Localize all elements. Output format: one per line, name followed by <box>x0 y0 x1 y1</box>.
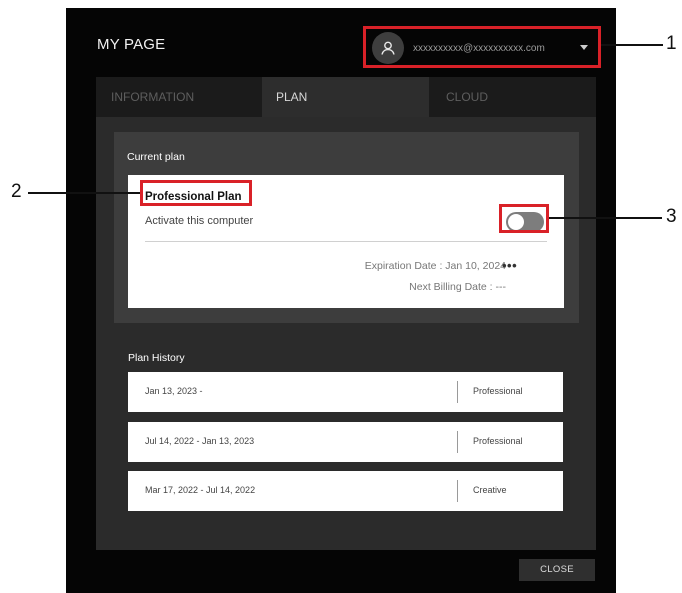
history-row: Jan 13, 2023 - Professional <box>128 372 563 412</box>
history-period: Mar 17, 2022 - Jul 14, 2022 <box>145 485 256 495</box>
history-period: Jul 14, 2022 - Jan 13, 2023 <box>145 436 255 446</box>
callout-number-2: 2 <box>11 181 22 202</box>
callout-number-3: 3 <box>666 206 677 227</box>
callout-line-2 <box>28 192 140 194</box>
history-plan: Professional <box>473 436 523 446</box>
tab-cloud[interactable]: CLOUD <box>429 77 596 117</box>
dialog-title: MY PAGE <box>97 36 166 53</box>
current-plan-label: Current plan <box>127 151 185 163</box>
callout-line-3 <box>549 217 662 219</box>
row-divider <box>457 381 458 403</box>
tab-bar: INFORMATION PLAN CLOUD <box>96 77 596 117</box>
tab-information[interactable]: INFORMATION <box>96 77 262 117</box>
callout-box-toggle <box>499 204 549 233</box>
my-page-dialog: MY PAGE xxxxxxxxxx@xxxxxxxxxx.com INFORM… <box>66 8 616 593</box>
history-period: Jan 13, 2023 - <box>145 386 203 396</box>
expiration-date: Expiration Date : Jan 10, 2024 <box>364 260 506 272</box>
history-row: Mar 17, 2022 - Jul 14, 2022 Creative <box>128 471 563 511</box>
activate-label: Activate this computer <box>145 215 254 227</box>
callout-box-plan-name <box>140 180 252 206</box>
close-button[interactable]: CLOSE <box>519 559 595 581</box>
more-horizontal-icon[interactable]: ••• <box>502 259 517 272</box>
row-divider <box>457 431 458 453</box>
callout-box-account <box>363 26 601 68</box>
history-plan: Professional <box>473 386 523 396</box>
history-plan: Creative <box>473 485 507 495</box>
tab-plan[interactable]: PLAN <box>262 77 429 117</box>
callout-line-1 <box>601 44 663 46</box>
history-row: Jul 14, 2022 - Jan 13, 2023 Professional <box>128 422 563 462</box>
callout-number-1: 1 <box>666 33 677 54</box>
card-divider <box>145 241 547 242</box>
next-billing-date: Next Billing Date : --- <box>409 281 506 293</box>
plan-history-label: Plan History <box>128 352 185 364</box>
row-divider <box>457 480 458 502</box>
